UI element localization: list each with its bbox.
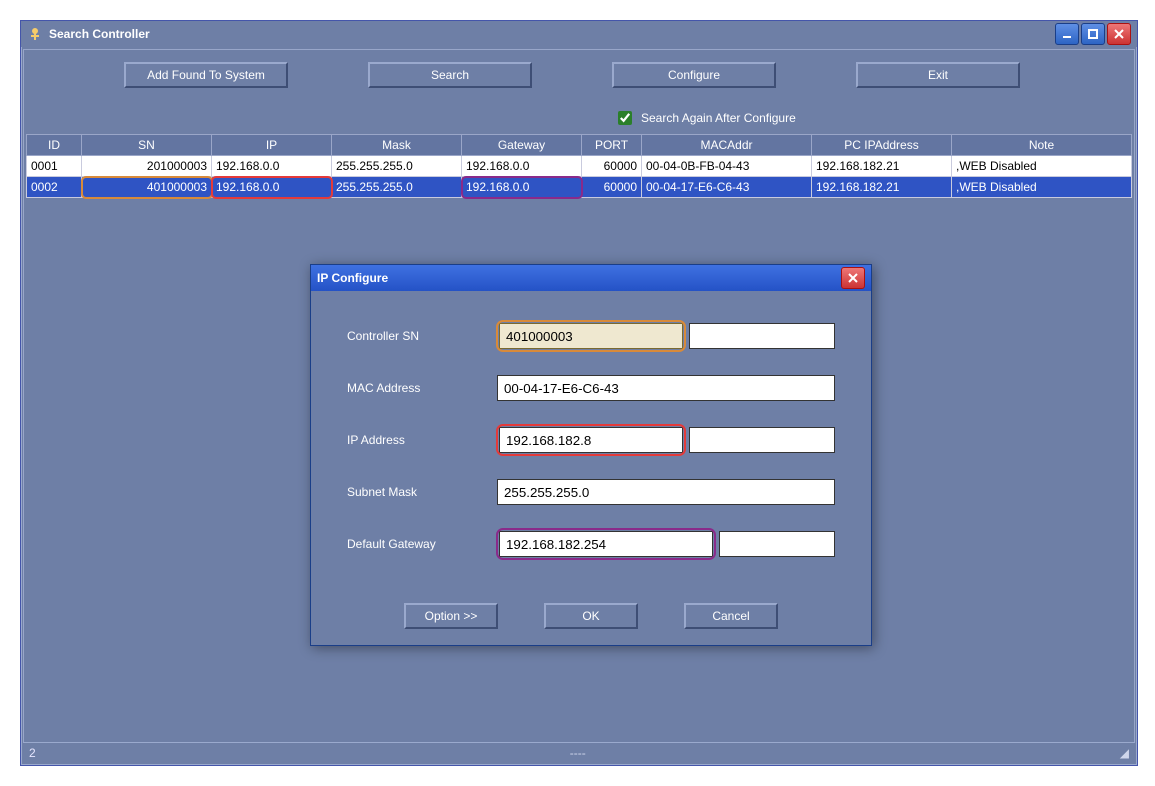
table-row[interactable]: 0001 201000003 192.168.0.0 255.255.255.0… bbox=[27, 156, 1132, 177]
ip-label: IP Address bbox=[347, 433, 497, 447]
controller-sn-field bbox=[499, 323, 683, 349]
mask-field[interactable] bbox=[497, 479, 835, 505]
col-gateway[interactable]: Gateway bbox=[462, 135, 582, 156]
ip-configure-dialog: IP Configure Controller SN MAC Address bbox=[310, 264, 872, 646]
titlebar[interactable]: Search Controller bbox=[21, 21, 1137, 47]
controller-sn-extra[interactable] bbox=[689, 323, 835, 349]
col-port[interactable]: PORT bbox=[582, 135, 642, 156]
col-sn[interactable]: SN bbox=[82, 135, 212, 156]
mac-field bbox=[497, 375, 835, 401]
mac-label: MAC Address bbox=[347, 381, 497, 395]
window-title: Search Controller bbox=[49, 27, 1055, 41]
controller-sn-label: Controller SN bbox=[347, 329, 497, 343]
status-bar: 2 ---- ◢ bbox=[23, 742, 1135, 763]
search-button[interactable]: Search bbox=[368, 62, 532, 88]
app-icon bbox=[27, 26, 43, 42]
col-macaddr[interactable]: MACAddr bbox=[642, 135, 812, 156]
search-again-checkbox[interactable] bbox=[618, 111, 632, 125]
col-ip[interactable]: IP bbox=[212, 135, 332, 156]
search-again-checkbox-row: Search Again After Configure bbox=[614, 108, 796, 128]
minimize-button[interactable] bbox=[1055, 23, 1079, 45]
col-note[interactable]: Note bbox=[952, 135, 1132, 156]
dialog-title: IP Configure bbox=[317, 271, 841, 285]
dialog-close-button[interactable] bbox=[841, 267, 865, 289]
toolbar: Add Found To System Search Configure Exi… bbox=[24, 50, 1134, 94]
option-button[interactable]: Option >> bbox=[404, 603, 498, 629]
ok-button[interactable]: OK bbox=[544, 603, 638, 629]
ip-extra[interactable] bbox=[689, 427, 835, 453]
search-controller-window: Search Controller Add Found To System Se… bbox=[20, 20, 1138, 766]
search-again-label: Search Again After Configure bbox=[641, 111, 796, 125]
col-mask[interactable]: Mask bbox=[332, 135, 462, 156]
close-button[interactable] bbox=[1107, 23, 1131, 45]
resize-grip-icon[interactable]: ◢ bbox=[1120, 746, 1129, 760]
controllers-table[interactable]: ID SN IP Mask Gateway PORT MACAddr PC IP… bbox=[26, 134, 1132, 198]
dialog-titlebar[interactable]: IP Configure bbox=[311, 265, 871, 291]
cancel-button[interactable]: Cancel bbox=[684, 603, 778, 629]
status-right: ---- bbox=[570, 746, 586, 760]
col-pcip[interactable]: PC IPAddress bbox=[812, 135, 952, 156]
status-count: 2 bbox=[29, 746, 36, 760]
maximize-button[interactable] bbox=[1081, 23, 1105, 45]
gateway-field[interactable] bbox=[499, 531, 713, 557]
configure-button[interactable]: Configure bbox=[612, 62, 776, 88]
gateway-label: Default Gateway bbox=[347, 537, 497, 551]
exit-button[interactable]: Exit bbox=[856, 62, 1020, 88]
mask-label: Subnet Mask bbox=[347, 485, 497, 499]
gateway-extra[interactable] bbox=[719, 531, 835, 557]
col-id[interactable]: ID bbox=[27, 135, 82, 156]
ip-field[interactable] bbox=[499, 427, 683, 453]
table-row[interactable]: 0002 401000003 192.168.0.0 255.255.255.0… bbox=[27, 177, 1132, 198]
table-header-row: ID SN IP Mask Gateway PORT MACAddr PC IP… bbox=[27, 135, 1132, 156]
add-found-button[interactable]: Add Found To System bbox=[124, 62, 288, 88]
